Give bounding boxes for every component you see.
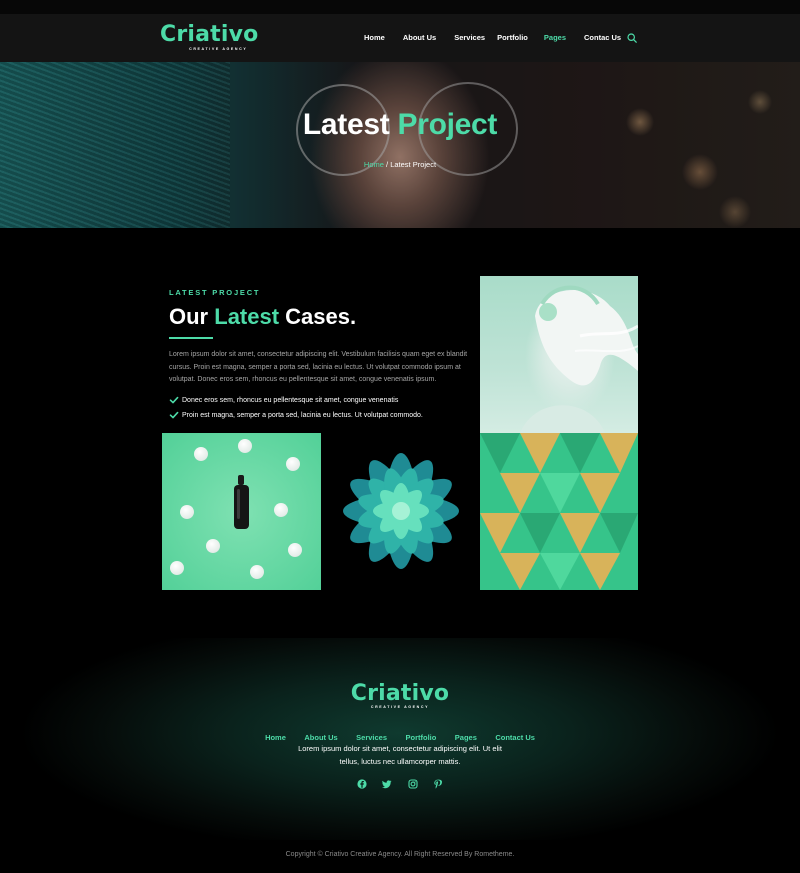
copyright-text: Copyright © Criativo Creative Agency. Al… [285,851,515,858]
site-header: Criativo CREATIVE AGENCY Home About Us S… [0,0,800,62]
nav-services[interactable]: Services [454,33,485,42]
project-image-flower[interactable] [321,433,480,590]
pinterest-icon[interactable] [433,779,443,789]
footer-logo-tagline: CREATIVE AGENCY [370,705,430,709]
check-item: Donec eros sem, rhoncus eu pellentesque … [169,395,398,405]
heading-divider [169,337,213,339]
project-image-geometric[interactable] [480,433,638,590]
nav-home[interactable]: Home [364,33,385,42]
check-icon [169,396,179,404]
breadcrumb-home[interactable]: Home [364,160,384,169]
footer-nav-services[interactable]: Services [356,733,387,742]
heading-accent: Latest [214,304,280,329]
section-eyebrow: LATEST PROJECT [169,288,261,297]
check-item: Proin est magna, semper a porta sed, lac… [169,410,423,420]
geometric-pattern-art [480,433,638,590]
nav-portfolio[interactable]: Portfolio [497,33,528,42]
check-item-text: Donec eros sem, rhoncus eu pellentesque … [182,396,399,404]
project-image-headphones[interactable] [480,276,638,433]
footer-nav-about-us[interactable]: About Us [304,733,337,742]
footer-description-line: tellus, luctus nec ullamcorper mattis. [339,756,461,766]
check-icon [169,411,179,419]
brand-logo[interactable]: Criativo CREATIVE AGENCY [160,22,259,52]
twitter-icon[interactable] [382,779,392,789]
footer-nav-contact-us[interactable]: Contact Us [495,733,535,742]
footer-logo-wordmark: Criativo [350,681,450,706]
footer-nav-pages[interactable]: Pages [455,733,477,742]
footer-description-line: Lorem ipsum dolor sit amet, consectetur … [298,744,502,753]
footer-logo[interactable]: Criativo CREATIVE AGENCY [0,681,800,710]
page-title: Latest Project [0,108,800,142]
heading-part-1: Our [169,304,209,329]
facebook-icon[interactable] [357,779,367,789]
breadcrumb-current: Latest Project [390,160,437,169]
paper-flower-art [343,453,459,569]
logo-wordmark: Criativo [160,22,259,47]
hero-overlay [0,62,800,228]
check-item-text: Proin est magna, semper a porta sed, lac… [182,411,423,419]
nav-pages[interactable]: Pages [544,33,566,42]
dropper-bottle-art [234,475,249,529]
footer-description: Lorem ipsum dolor sit amet, consectetur … [0,743,800,768]
hero-banner: Latest Project Home / Latest Project [0,62,800,228]
heading-part-2: Cases. [285,304,357,329]
project-image-bottle[interactable] [162,433,321,590]
search-icon[interactable] [627,33,637,43]
footer-nav-home[interactable]: Home [265,733,286,742]
main-nav: Home About Us Services Portfolio Pages C… [364,33,639,42]
logo-tagline: CREATIVE AGENCY [189,47,248,51]
page-title-accent: Project [397,108,498,141]
footer-nav-portfolio[interactable]: Portfolio [405,733,436,742]
headphones-girl-art [520,285,638,433]
instagram-icon[interactable] [408,779,418,789]
breadcrumb: Home / Latest Project [0,160,800,169]
nav-contact-us[interactable]: Contac Us [584,33,621,42]
page-title-plain: Latest [302,108,390,141]
section-paragraph: Lorem ipsum dolor sit amet, consectetur … [169,351,468,383]
section-heading: Our Latest Cases. [169,304,356,330]
nav-about-us[interactable]: About Us [403,33,436,42]
